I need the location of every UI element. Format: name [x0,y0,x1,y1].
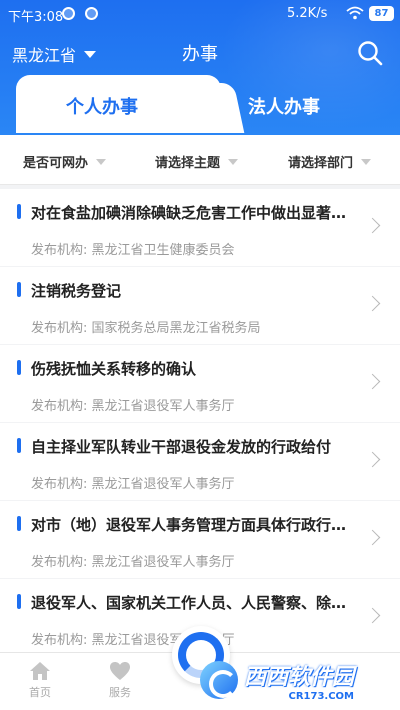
watermark-main: 西西软件园 [244,664,355,690]
nav-service[interactable]: 服务 [90,661,150,700]
watermark-logo-icon [200,661,238,699]
dropdown-arrow-icon [228,158,239,165]
wifi-icon [346,6,364,20]
tab-bar: 个人办事 法人办事 [16,75,384,133]
chevron-right-icon [364,373,381,390]
search-icon[interactable] [357,40,383,66]
nav-home-label: 首页 [29,686,51,699]
page-title: 办事 [182,44,218,65]
accent-bar [17,204,21,219]
heart-icon [110,662,130,680]
accent-bar [17,282,21,297]
home-icon [30,662,50,680]
status-bar: 下午3:08 5.2K/s 87 [0,0,400,28]
filter-online-label: 是否可网办 [23,156,89,171]
filter-department[interactable]: 请选择部门 [288,152,372,171]
list-item[interactable]: 对在食盐加碘消除碘缺乏危害工作中做出显著成绩的单位和个人进行表彰奖励 发布机构:… [0,189,400,266]
tab-legal-label[interactable]: 法人办事 [248,93,320,119]
nav-service-label: 服务 [109,686,131,699]
dropdown-arrow-icon [361,158,372,165]
filter-online[interactable]: 是否可网办 [23,152,107,171]
item-title: 对在食盐加碘消除碘缺乏危害工作中做出显著成绩的单位和个人进行表彰奖励 [31,204,361,222]
accent-bar [17,594,21,609]
chevron-right-icon [364,451,381,468]
accent-bar [17,438,21,453]
accent-bar [17,516,21,531]
dropdown-arrow-icon [96,158,107,165]
watermark: 西西软件园 CR173.COM [200,655,396,705]
item-title: 伤残抚恤关系转移的确认 [31,360,197,378]
list-item[interactable]: 注销税务登记 发布机构: 国家税务总局黑龙江省税务局 [0,267,400,344]
service-list: 对在食盐加碘消除碘缺乏危害工作中做出显著成绩的单位和个人进行表彰奖励 发布机构:… [0,189,400,657]
network-speed: 5.2K/s [287,6,328,21]
item-org: 发布机构: 黑龙江省卫生健康委员会 [31,243,235,258]
watermark-text: 西西软件园 CR173.COM [244,659,354,702]
battery-icon: 87 [369,6,394,21]
app-header: 下午3:08 5.2K/s 87 黑龙江省 办事 个人办事 法人办事 [0,0,400,135]
chevron-right-icon [364,607,381,624]
item-title: 退役军人、国家机关工作人员、人民警察、除外人员抚恤 [31,594,361,612]
tab-personal-label[interactable]: 个人办事 [66,93,138,119]
filter-department-label: 请选择部门 [288,156,354,171]
item-org: 发布机构: 黑龙江省退役军人事务厅 [31,399,235,414]
list-item[interactable]: 对市（地）退役军人事务管理方面具体行政行为的监督 发布机构: 黑龙江省退役军人事… [0,501,400,578]
item-org: 发布机构: 国家税务总局黑龙江省税务局 [31,321,261,336]
item-title: 注销税务登记 [31,282,122,300]
list-item[interactable]: 伤残抚恤关系转移的确认 发布机构: 黑龙江省退役军人事务厅 [0,345,400,422]
status-time: 下午3:08 [8,10,64,25]
chevron-right-icon [364,217,381,234]
chevron-right-icon [364,295,381,312]
notification-icon [62,7,75,20]
filter-theme-label: 请选择主题 [155,156,221,171]
item-org: 发布机构: 黑龙江省退役军人事务厅 [31,555,235,570]
nav-home[interactable]: 首页 [10,661,70,700]
chevron-right-icon [364,529,381,546]
filter-theme[interactable]: 请选择主题 [155,152,239,171]
item-title: 自主择业军队转业干部退役金发放的行政给付 [31,438,332,456]
accent-bar [17,360,21,375]
filter-bar: 是否可网办 请选择主题 请选择部门 [0,135,400,185]
notification-icon [85,7,98,20]
list-item[interactable]: 自主择业军队转业干部退役金发放的行政给付 发布机构: 黑龙江省退役军人事务厅 [0,423,400,500]
item-title: 对市（地）退役军人事务管理方面具体行政行为的监督 [31,516,361,534]
item-org: 发布机构: 黑龙江省退役军人事务厅 [31,477,235,492]
watermark-url: CR173.COM [288,690,355,702]
